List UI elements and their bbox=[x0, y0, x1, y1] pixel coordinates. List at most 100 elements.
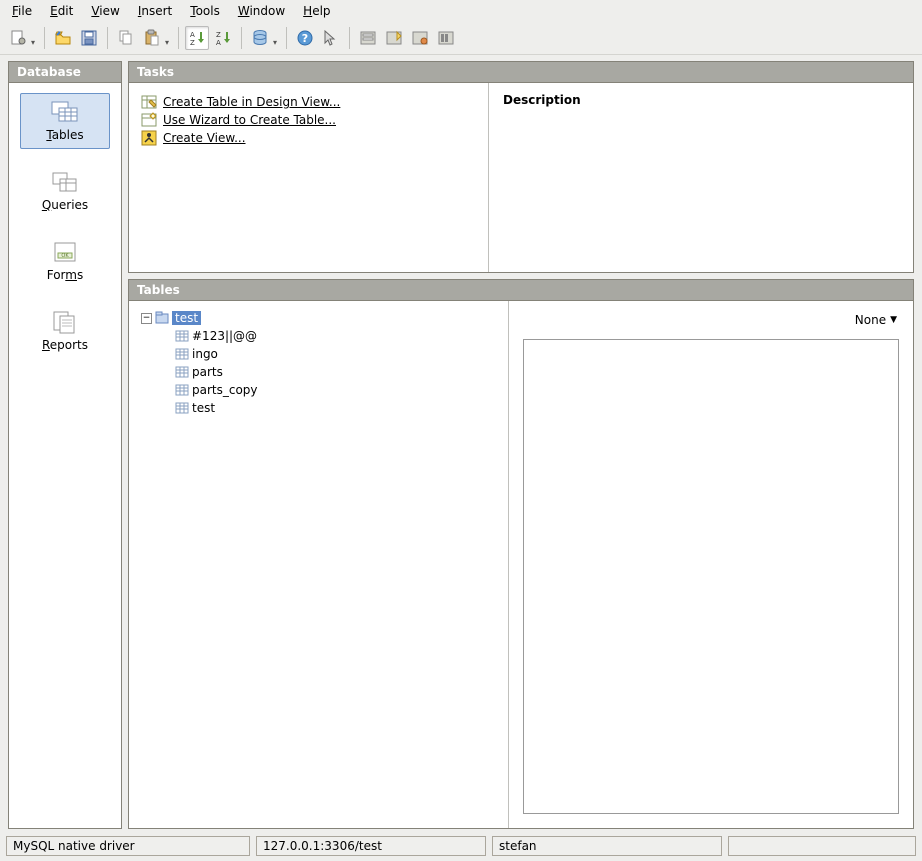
design-view-icon bbox=[141, 94, 157, 110]
tasks-body: Create Table in Design View... Use Wizar… bbox=[129, 83, 913, 272]
preview-view-selector[interactable]: None ▼ bbox=[853, 309, 899, 331]
table-icon bbox=[175, 383, 189, 397]
task-use-wizard[interactable]: Use Wizard to Create Table... bbox=[141, 111, 476, 129]
view-mode-label: None bbox=[855, 313, 886, 327]
svg-text:A: A bbox=[190, 31, 195, 39]
svg-text:A: A bbox=[216, 39, 221, 47]
tables-list-header: Tables bbox=[129, 280, 913, 301]
task-create-view-label: Create View... bbox=[163, 131, 246, 145]
right-column: Tasks Create Table in Design View... Use… bbox=[128, 61, 914, 829]
menu-file[interactable]: File bbox=[4, 2, 40, 20]
menu-edit[interactable]: Edit bbox=[42, 2, 81, 20]
tree-item-label: #123||@@ bbox=[192, 329, 257, 343]
tree-item[interactable]: test bbox=[135, 399, 502, 417]
help-button[interactable]: ? bbox=[293, 26, 317, 50]
table-icon bbox=[175, 365, 189, 379]
task-create-view[interactable]: Create View... bbox=[141, 129, 476, 147]
open-button[interactable] bbox=[51, 26, 75, 50]
tree-item-label: test bbox=[192, 401, 215, 415]
menu-tools[interactable]: Tools bbox=[182, 2, 228, 20]
menu-help[interactable]: Help bbox=[295, 2, 338, 20]
save-button[interactable] bbox=[77, 26, 101, 50]
status-connection: 127.0.0.1:3306/test bbox=[256, 836, 486, 856]
tree-item[interactable]: parts bbox=[135, 363, 502, 381]
toolbar: AZ ZA ? bbox=[0, 22, 922, 55]
separator bbox=[178, 27, 179, 49]
separator bbox=[107, 27, 108, 49]
preview-box bbox=[523, 339, 899, 814]
tables-preview-area: None ▼ bbox=[509, 301, 913, 828]
task-use-wizard-label: Use Wizard to Create Table... bbox=[163, 113, 336, 127]
chevron-down-icon: ▼ bbox=[890, 315, 897, 325]
description-header: Description bbox=[503, 93, 899, 107]
status-user: stefan bbox=[492, 836, 722, 856]
separator bbox=[241, 27, 242, 49]
tables-tree: − test #123||@@ ingo bbox=[129, 301, 509, 828]
tree-root-label: test bbox=[172, 311, 201, 325]
create-view-icon bbox=[141, 130, 157, 146]
svg-text:Z: Z bbox=[216, 31, 221, 39]
queries-icon bbox=[49, 170, 81, 194]
nav-tables-label: Tables bbox=[46, 128, 83, 142]
database-button[interactable] bbox=[248, 26, 272, 50]
nav-queries-label: Queries bbox=[42, 198, 88, 212]
svg-text:?: ? bbox=[302, 32, 308, 45]
table-icon bbox=[175, 401, 189, 415]
task-create-design-label: Create Table in Design View... bbox=[163, 95, 340, 109]
status-bar: MySQL native driver 127.0.0.1:3306/test … bbox=[0, 833, 922, 861]
form-wizard-button[interactable] bbox=[382, 26, 406, 50]
database-panel: Database Tables Queries OK Forms bbox=[8, 61, 122, 829]
tree-item[interactable]: #123||@@ bbox=[135, 327, 502, 345]
tasks-panel: Tasks Create Table in Design View... Use… bbox=[128, 61, 914, 273]
tables-body: − test #123||@@ ingo bbox=[129, 301, 913, 828]
nav-tables[interactable]: Tables bbox=[20, 93, 110, 149]
database-nav-list: Tables Queries OK Forms Reports bbox=[9, 83, 121, 828]
nav-forms-label: Forms bbox=[47, 268, 84, 282]
tree-root-row[interactable]: − test bbox=[135, 309, 502, 327]
report-wizard-button[interactable] bbox=[434, 26, 458, 50]
menubar: File Edit View Insert Tools Window Help bbox=[0, 0, 922, 22]
nav-forms[interactable]: OK Forms bbox=[20, 233, 110, 289]
separator bbox=[349, 27, 350, 49]
database-folder-icon bbox=[155, 311, 169, 325]
tables-icon bbox=[49, 100, 81, 124]
database-panel-header: Database bbox=[9, 62, 121, 83]
tree-item-label: parts bbox=[192, 365, 223, 379]
main-area: Database Tables Queries OK Forms bbox=[0, 55, 922, 833]
form-button[interactable] bbox=[356, 26, 380, 50]
status-empty bbox=[728, 836, 916, 856]
tree-item[interactable]: parts_copy bbox=[135, 381, 502, 399]
separator bbox=[44, 27, 45, 49]
copy-button[interactable] bbox=[114, 26, 138, 50]
svg-text:OK: OK bbox=[61, 253, 69, 259]
report-button[interactable] bbox=[408, 26, 432, 50]
menu-view[interactable]: View bbox=[83, 2, 127, 20]
tree-item-label: ingo bbox=[192, 347, 218, 361]
sort-desc-button[interactable]: ZA bbox=[211, 26, 235, 50]
tasks-list: Create Table in Design View... Use Wizar… bbox=[129, 83, 489, 272]
reports-icon bbox=[49, 310, 81, 334]
paste-button[interactable] bbox=[140, 26, 164, 50]
separator bbox=[286, 27, 287, 49]
task-create-design-view[interactable]: Create Table in Design View... bbox=[141, 93, 476, 111]
nav-queries[interactable]: Queries bbox=[20, 163, 110, 219]
menu-insert[interactable]: Insert bbox=[130, 2, 180, 20]
tables-list-panel: Tables − test #123||@@ bbox=[128, 279, 914, 829]
sort-asc-button[interactable]: AZ bbox=[185, 26, 209, 50]
help-pointer-button[interactable] bbox=[319, 26, 343, 50]
status-driver: MySQL native driver bbox=[6, 836, 250, 856]
svg-text:Z: Z bbox=[190, 39, 195, 47]
table-icon bbox=[175, 329, 189, 343]
nav-reports-label: Reports bbox=[42, 338, 88, 352]
tasks-panel-header: Tasks bbox=[129, 62, 913, 83]
menu-window[interactable]: Window bbox=[230, 2, 293, 20]
tree-item[interactable]: ingo bbox=[135, 345, 502, 363]
new-doc-button[interactable] bbox=[6, 26, 30, 50]
tree-item-label: parts_copy bbox=[192, 383, 258, 397]
tasks-description: Description bbox=[489, 83, 913, 272]
nav-reports[interactable]: Reports bbox=[20, 303, 110, 359]
tree-collapse-icon[interactable]: − bbox=[141, 313, 152, 324]
table-icon bbox=[175, 347, 189, 361]
wizard-icon bbox=[141, 112, 157, 128]
forms-icon: OK bbox=[49, 240, 81, 264]
